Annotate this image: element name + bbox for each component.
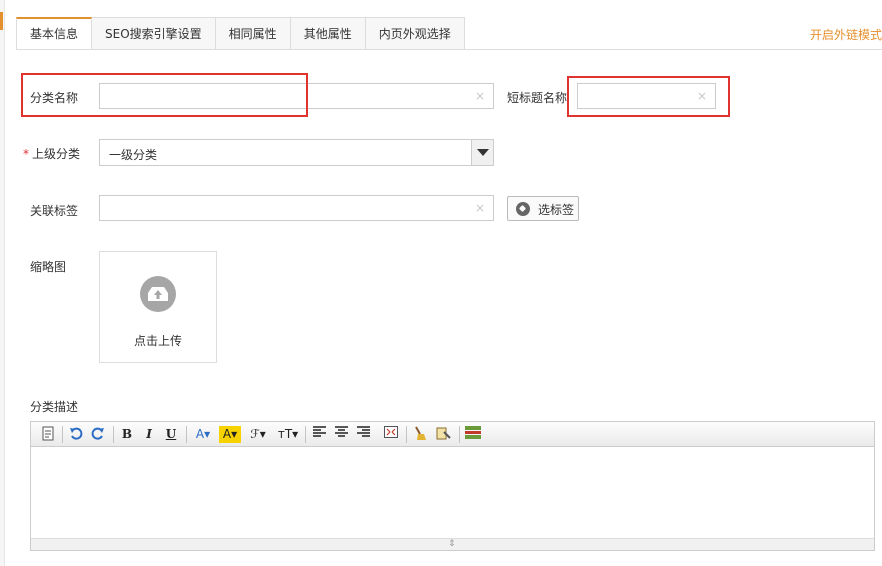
- select-tags-button[interactable]: 选标签: [507, 196, 579, 221]
- clear-format-icon[interactable]: [412, 426, 428, 443]
- toolbar-separator: [186, 426, 187, 443]
- font-family-button[interactable]: ℱ▾: [247, 426, 269, 443]
- font-color-button[interactable]: A▾: [192, 426, 214, 443]
- toolbar-separator: [459, 426, 460, 443]
- toolbar-separator: [113, 426, 114, 443]
- fullscreen-icon[interactable]: [383, 426, 399, 443]
- format-painter-icon[interactable]: [434, 426, 452, 443]
- parent-category-label: * 上级分类: [23, 145, 80, 162]
- clear-icon[interactable]: ×: [475, 89, 485, 103]
- background-color-button[interactable]: A▾: [219, 426, 241, 443]
- source-code-icon[interactable]: [40, 426, 56, 443]
- font-size-button[interactable]: ᴛT▾: [275, 426, 301, 443]
- align-left-icon[interactable]: [311, 426, 327, 443]
- dropdown-arrow-button[interactable]: [471, 140, 493, 165]
- required-mark: *: [23, 147, 29, 161]
- toolbar-separator: [62, 426, 63, 443]
- tab-basic-info[interactable]: 基本信息: [16, 17, 93, 50]
- toolbar-separator: [406, 426, 407, 443]
- tab-other-attributes[interactable]: 其他属性: [290, 17, 366, 50]
- related-tags-label: 关联标签: [30, 204, 79, 218]
- redo-icon[interactable]: [90, 426, 106, 443]
- cloud-upload-icon: [140, 276, 176, 312]
- parent-category-label-text: 上级分类: [32, 147, 81, 161]
- parent-category-select[interactable]: 一级分类: [99, 139, 494, 166]
- underline-button[interactable]: U: [164, 426, 178, 443]
- thumbnail-upload-box[interactable]: 点击上传: [99, 251, 217, 363]
- tag-icon: [516, 202, 530, 216]
- highlight-box-short-title: [567, 76, 730, 117]
- left-rail: [0, 0, 5, 566]
- description-label: 分类描述: [30, 400, 79, 414]
- undo-icon[interactable]: [68, 426, 84, 443]
- horizontal-rule-icon[interactable]: [464, 426, 482, 443]
- upload-text: 点击上传: [133, 334, 182, 348]
- tab-page-appearance[interactable]: 内页外观选择: [365, 17, 465, 50]
- caret-down-icon: [477, 149, 489, 156]
- tab-bar: 基本信息 SEO搜索引擎设置 相同属性 其他属性 内页外观选择: [16, 17, 465, 50]
- select-tags-button-label: 选标签: [538, 203, 575, 217]
- align-center-icon[interactable]: [333, 426, 349, 443]
- italic-button[interactable]: I: [142, 426, 156, 443]
- related-tags-input[interactable]: ×: [99, 195, 494, 221]
- highlight-box-category-name: [21, 73, 308, 117]
- rich-text-editor: B I U A▾ A▾ ℱ▾ ᴛT▾ ⇕: [30, 421, 875, 551]
- editor-toolbar: B I U A▾ A▾ ℱ▾ ᴛT▾: [31, 422, 874, 447]
- short-title-label: 短标题名称: [507, 91, 568, 105]
- bold-button[interactable]: B: [120, 426, 134, 443]
- align-right-icon[interactable]: [355, 426, 371, 443]
- parent-category-value: 一级分类: [109, 148, 158, 162]
- editor-status-bar: ⇕: [31, 538, 874, 550]
- tab-seo-settings[interactable]: SEO搜索引擎设置: [92, 17, 216, 50]
- editor-content-area[interactable]: [31, 447, 874, 538]
- tab-same-attributes[interactable]: 相同属性: [215, 17, 291, 50]
- tabs-divider: [16, 49, 882, 50]
- resize-grip-icon[interactable]: ⇕: [448, 539, 456, 549]
- rail-accent: [0, 12, 3, 30]
- toolbar-separator: [305, 426, 306, 443]
- clear-icon[interactable]: ×: [475, 201, 485, 215]
- thumbnail-label: 缩略图: [30, 260, 67, 274]
- enable-external-link-mode-link[interactable]: 开启外链模式: [810, 26, 882, 43]
